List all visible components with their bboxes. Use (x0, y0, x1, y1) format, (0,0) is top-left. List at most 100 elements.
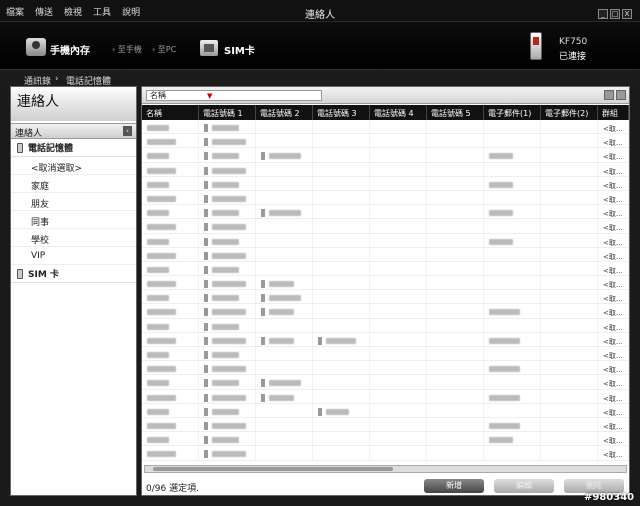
obscured-value (212, 437, 239, 444)
collapse-icon[interactable]: ‹ (123, 126, 132, 136)
sim-section[interactable]: SIM 卡 (11, 265, 136, 283)
phone-type-icon (261, 152, 265, 161)
table-cell (427, 318, 484, 332)
phone-type-icon (261, 336, 265, 345)
horizontal-scrollbar[interactable] (144, 465, 627, 473)
edit-button[interactable]: 編輯 (494, 479, 554, 493)
menu-file[interactable]: 檔案 (6, 5, 24, 18)
obscured-value (147, 394, 176, 401)
group-item-family[interactable]: 家庭 (11, 175, 136, 193)
table-cell (370, 347, 427, 361)
table-row[interactable]: <取... (142, 120, 629, 135)
column-header-phone3[interactable]: 電話號碼 3 (313, 105, 370, 120)
table-cell (313, 332, 370, 346)
table-cell (199, 190, 256, 205)
column-header-email1[interactable]: 電子郵件(1) (484, 105, 541, 120)
phone-memory-tab[interactable]: 手機內存 (50, 42, 90, 57)
device-bar: 手機內存 › 至手機 › 至PC SIM卡 KF750 已連接 (0, 22, 640, 70)
table-cell (256, 162, 313, 176)
table-row[interactable]: <取... (142, 417, 629, 433)
table-cell (256, 219, 313, 233)
table-row[interactable]: <取... (142, 261, 629, 277)
obscured-value (212, 139, 246, 146)
group-item-colleagues[interactable]: 同事 (11, 211, 136, 229)
table-cell (370, 389, 427, 403)
table-row[interactable]: <取... (142, 318, 629, 333)
table-row[interactable]: <取... (142, 247, 629, 262)
table-row[interactable]: <取... (142, 332, 629, 347)
maximize-button[interactable]: □ (610, 9, 620, 19)
table-row[interactable]: <取... (142, 290, 629, 305)
to-phone-link[interactable]: › 至手機 (112, 44, 142, 55)
menu-help[interactable]: 說明 (122, 5, 140, 18)
obscured-value (212, 181, 239, 188)
column-header-phone4[interactable]: 電話號碼 4 (370, 105, 427, 120)
sort-field-value: 名稱 (150, 91, 166, 100)
phone-memory-icon[interactable] (26, 38, 46, 56)
column-header-group[interactable]: 群組 (598, 105, 629, 120)
column-header-phone2[interactable]: 電話號碼 2 (256, 105, 313, 120)
delete-button[interactable]: 刪除 (564, 479, 624, 493)
column-header-name[interactable]: 名稱 (142, 105, 199, 120)
table-row[interactable]: <取... (142, 375, 629, 390)
table-row[interactable]: <取... (142, 233, 629, 248)
table-row[interactable]: <取... (142, 176, 629, 191)
table-row[interactable]: <取... (142, 403, 629, 418)
obscured-value (147, 451, 176, 458)
list-view-icon[interactable] (604, 90, 614, 100)
table-row[interactable]: <取... (142, 446, 629, 461)
column-header-phone1[interactable]: 電話號碼 1 (199, 105, 256, 120)
obscured-value (212, 352, 239, 358)
sim-card-tab[interactable]: SIM卡 (224, 42, 255, 57)
group-item-vip[interactable]: VIP (11, 247, 136, 265)
minimize-button[interactable]: _ (598, 9, 608, 19)
table-cell (256, 332, 313, 346)
phone-memory-section[interactable]: 電話記憶體 (11, 139, 136, 157)
table-cell (142, 261, 199, 276)
table-row[interactable]: <取... (142, 276, 629, 291)
menu-send[interactable]: 傳送 (35, 5, 53, 18)
table-row[interactable]: <取... (142, 162, 629, 177)
obscured-value (147, 366, 176, 373)
grid-view-icon[interactable] (616, 90, 626, 100)
table-cell (256, 318, 313, 332)
table-cell (427, 176, 484, 190)
phone-type-icon (204, 393, 208, 402)
obscured-value (212, 210, 239, 217)
table-cell (370, 417, 427, 432)
sort-field-select[interactable]: 名稱 ▼ (146, 90, 322, 101)
table-row[interactable]: <取... (142, 347, 629, 362)
table-cell (427, 304, 484, 318)
menu-view[interactable]: 檢視 (64, 5, 82, 18)
new-button[interactable]: 新增 (424, 479, 484, 493)
table-cell (484, 148, 541, 162)
close-button[interactable]: X (622, 9, 632, 19)
column-header-email2[interactable]: 電子郵件(2) (541, 105, 598, 120)
table-row[interactable]: <取... (142, 148, 629, 163)
breadcrumb-separator: › (55, 74, 59, 84)
table-row[interactable]: <取... (142, 389, 629, 404)
table-cell (427, 190, 484, 205)
table-cell (427, 375, 484, 389)
table-row[interactable]: <取... (142, 190, 629, 206)
obscured-value (147, 252, 176, 259)
table-cell (370, 332, 427, 346)
dropdown-arrow-icon: ▼ (207, 92, 213, 100)
group-item-deselect[interactable]: <取消選取> (11, 157, 136, 175)
obscured-value (212, 380, 239, 387)
table-row[interactable]: <取... (142, 361, 629, 376)
menu-tools[interactable]: 工具 (93, 5, 111, 18)
table-cell (427, 361, 484, 375)
table-row[interactable]: <取... (142, 304, 629, 319)
contacts-group-header[interactable]: 連絡人 ‹ (11, 123, 136, 139)
table-row[interactable]: <取... (142, 432, 629, 447)
column-header-phone5[interactable]: 電話號碼 5 (427, 105, 484, 120)
to-pc-link[interactable]: › 至PC (152, 44, 176, 55)
table-row[interactable]: <取... (142, 219, 629, 234)
sim-card-icon[interactable] (200, 40, 218, 56)
table-row[interactable]: <取... (142, 205, 629, 220)
group-item-friends[interactable]: 朋友 (11, 193, 136, 211)
table-row[interactable]: <取... (142, 134, 629, 149)
group-item-school[interactable]: 學校 (11, 229, 136, 247)
scrollbar-thumb[interactable] (153, 467, 393, 471)
